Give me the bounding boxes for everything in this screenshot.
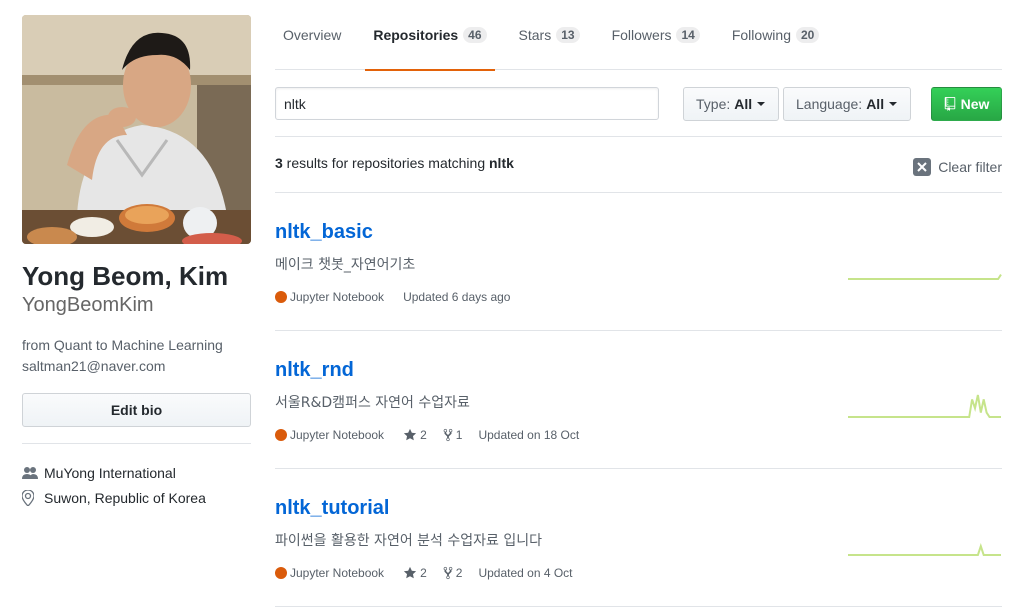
repo-stars-link[interactable]: 2: [403, 428, 427, 442]
close-icon: [913, 158, 932, 176]
location-label: Suwon, Republic of Korea: [44, 489, 206, 506]
profile-username: YongBeomKim: [22, 294, 154, 316]
repo-updated: Updated 6 days ago: [403, 290, 511, 304]
repo-forks-link[interactable]: 1: [443, 428, 463, 442]
repo-name-link[interactable]: nltk_basic: [275, 221, 373, 244]
tab-counter: 20: [795, 27, 820, 43]
star-icon: [403, 566, 417, 579]
language-color-dot: [275, 291, 287, 303]
type-filter-dropdown[interactable]: Type: All: [683, 87, 779, 121]
repo-language-label: Jupyter Notebook: [290, 428, 385, 442]
vcard-location: Suwon, Republic of Korea: [22, 485, 251, 510]
activity-sparkline: [848, 394, 1001, 418]
repo-forks-link[interactable]: 2: [443, 566, 463, 580]
results-query: nltk: [489, 155, 514, 171]
repo-name-link[interactable]: nltk_rnd: [275, 359, 354, 382]
repo-stars-link[interactable]: 2: [403, 566, 427, 580]
location-icon: [22, 489, 44, 506]
tab-stars[interactable]: Stars 13: [511, 0, 588, 70]
caret-down-icon: [757, 102, 766, 106]
repo-language: Jupyter Notebook: [275, 566, 384, 580]
organization-icon: [22, 466, 44, 480]
repo-stars-count: 2: [420, 566, 427, 580]
vcard-details: MuYong International Suwon, Republic of …: [22, 460, 251, 510]
repo-language: Jupyter Notebook: [275, 290, 384, 304]
results-summary: 3 results for repositories matching nltk…: [275, 137, 1002, 193]
tab-following[interactable]: Following 20: [724, 0, 828, 70]
repo-meta: Jupyter Notebook 2 2 Updated on 4 Oct: [275, 566, 589, 580]
tab-label: Repositories: [373, 27, 459, 43]
clear-filter-label: Clear filter: [938, 159, 1002, 175]
repo-meta: Jupyter Notebook Updated 6 days ago: [275, 290, 526, 304]
star-icon: [403, 428, 417, 441]
profile-tabs: Overview Repositories 46 Stars 13 Follow…: [275, 0, 1002, 71]
type-filter-value: All: [734, 96, 753, 112]
organization-label: MuYong International: [44, 464, 176, 481]
repo-description: 파이썬을 활용한 자연어 분석 수업자료 입니다: [275, 533, 542, 549]
clear-filter-link[interactable]: Clear filter: [913, 158, 1002, 176]
repo-list: nltk_basic 메이크 챗봇_자연어기초 Jupyter Notebook…: [275, 193, 1002, 607]
language-color-dot: [275, 429, 287, 441]
repo-description: 서울R&D캠퍼스 자연어 수업자료: [275, 395, 470, 411]
repo-name-link[interactable]: nltk_tutorial: [275, 497, 389, 520]
tab-label: Followers: [611, 27, 672, 43]
repo-list-item: nltk_rnd 서울R&D캠퍼스 자연어 수업자료 Jupyter Noteb…: [275, 331, 1002, 469]
tab-label: Stars: [518, 27, 552, 43]
repo-language: Jupyter Notebook: [275, 428, 384, 442]
fork-icon: [443, 428, 453, 442]
vcard-organization: MuYong International: [22, 460, 251, 485]
repo-meta: Jupyter Notebook 2 1 Updated on 18 Oct: [275, 428, 595, 442]
main-content: Overview Repositories 46 Stars 13 Follow…: [275, 0, 1002, 607]
sparkline-path: [848, 543, 1001, 556]
language-filter-dropdown[interactable]: Language: All: [783, 87, 911, 121]
type-filter-label: Type:: [696, 96, 731, 112]
repo-forks-count: 1: [455, 428, 463, 442]
caret-down-icon: [889, 102, 898, 106]
repo-stars-count: 2: [420, 428, 427, 442]
tab-followers[interactable]: Followers 14: [604, 0, 708, 70]
sparkline-path: [848, 394, 1001, 418]
language-filter-label: Language:: [796, 96, 863, 112]
tab-counter: 46: [463, 27, 487, 43]
avatar-photo: [22, 15, 251, 244]
profile-fullname: Yong Beom, Kim: [22, 261, 229, 291]
results-phrase: results for repositories matching: [282, 155, 489, 171]
repo-language-label: Jupyter Notebook: [290, 290, 385, 304]
fork-icon: [443, 566, 453, 580]
tab-counter: 13: [556, 27, 580, 43]
profile-bio: from Quant to Machine Learning: [22, 337, 223, 353]
activity-sparkline: [848, 543, 1001, 556]
sparkline-path: [848, 274, 1002, 280]
results-count: 3: [275, 155, 283, 171]
profile-email[interactable]: saltman21@naver.com: [22, 356, 251, 377]
profile-sidebar: Yong Beom, Kim YongBeomKim from Quant to…: [22, 15, 251, 510]
avatar[interactable]: [22, 15, 251, 244]
sidebar-divider: [22, 443, 251, 444]
repo-language-label: Jupyter Notebook: [290, 566, 385, 580]
repo-list-item: nltk_tutorial 파이썬을 활용한 자연어 분석 수업자료 입니다 J…: [275, 469, 1002, 607]
activity-sparkline: [848, 274, 1002, 280]
repo-search-input[interactable]: nltk: [275, 87, 659, 120]
tab-overview[interactable]: Overview: [275, 0, 349, 70]
results-text: 3 results for repositories matching nltk: [275, 155, 514, 171]
repo-list-item: nltk_basic 메이크 챗봇_자연어기초 Jupyter Notebook…: [275, 193, 1002, 331]
repo-book-icon: [944, 97, 955, 111]
tab-label: Overview: [283, 27, 342, 43]
new-repo-label: New: [960, 96, 990, 112]
language-color-dot: [275, 567, 287, 579]
repo-filter-bar: nltk Type: All Language: All New: [275, 70, 1002, 137]
tab-counter: 14: [676, 27, 700, 43]
repo-forks-count: 2: [455, 566, 463, 580]
repo-updated: Updated on 18 Oct: [478, 428, 580, 442]
new-repo-button[interactable]: New: [931, 87, 1002, 121]
edit-bio-button[interactable]: Edit bio: [22, 393, 251, 427]
repo-description: 메이크 챗봇_자연어기초: [275, 257, 416, 273]
tab-label: Following: [731, 27, 791, 43]
tab-repositories[interactable]: Repositories 46: [365, 0, 495, 71]
language-filter-value: All: [866, 96, 885, 112]
repo-updated: Updated on 4 Oct: [478, 566, 573, 580]
